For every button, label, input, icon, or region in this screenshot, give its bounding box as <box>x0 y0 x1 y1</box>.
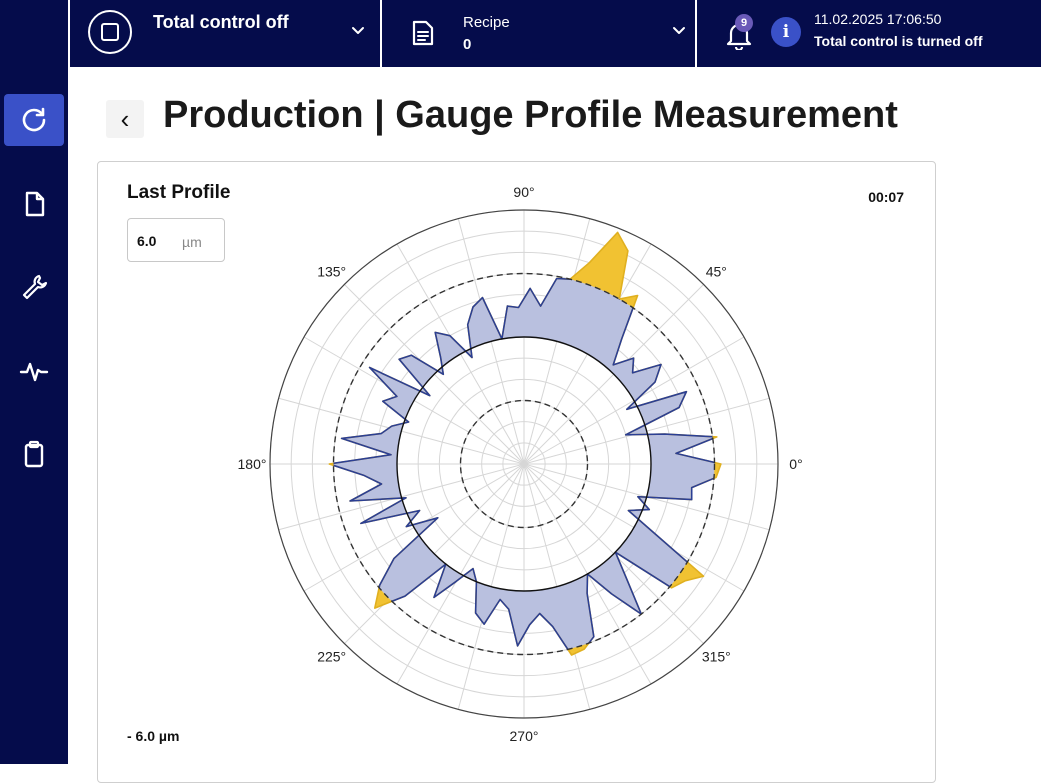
angle-tick-label: 90° <box>513 184 534 200</box>
recipe-value: 0 <box>463 36 472 53</box>
sidebar-item-monitoring[interactable] <box>4 345 64 397</box>
angle-tick-label: 180° <box>238 456 267 472</box>
card-title: Last Profile <box>127 182 231 203</box>
back-button[interactable]: ‹ <box>106 100 144 138</box>
sidebar-item-recipes[interactable] <box>4 178 64 230</box>
pulse-icon <box>19 362 49 382</box>
recipe-selector[interactable]: Recipe 0 <box>382 0 695 67</box>
sidebar-item-maintenance[interactable] <box>4 261 64 313</box>
angle-tick-label: 135° <box>317 264 346 280</box>
range-unit: µm <box>182 234 202 250</box>
page-title: Production | Gauge Profile Measurement <box>163 94 898 136</box>
sidebar <box>0 0 68 764</box>
clipboard-icon <box>24 440 44 468</box>
control-status-label: Total control off <box>153 12 289 32</box>
notifications-button[interactable]: 9 <box>725 14 755 50</box>
sidebar-item-reports[interactable] <box>4 428 64 480</box>
refresh-icon <box>22 107 46 132</box>
angle-tick-label: 315° <box>702 648 731 664</box>
status-message: Total control is turned off <box>814 33 983 49</box>
chevron-left-icon: ‹ <box>120 104 130 134</box>
angle-tick-label: 0° <box>789 456 802 472</box>
status-datetime: 11.02.2025 17:06:50 <box>814 11 942 27</box>
profile-card: 0° 45° 90° 135° 180° 225° 270° 315° Last Profil… <box>97 161 936 783</box>
wrench-icon <box>22 274 48 300</box>
min-range-label: - 6.0 µm <box>127 728 180 744</box>
chevron-down-icon <box>352 27 364 34</box>
control-selector[interactable]: Total control off <box>70 0 380 67</box>
angle-tick-label: 270° <box>510 728 539 744</box>
top-bar: Total control off Recipe 0 9 i 11.02.202… <box>70 0 1041 67</box>
elapsed-time: 00:07 <box>868 189 904 205</box>
sidebar-item-production[interactable] <box>4 94 64 146</box>
recipe-label: Recipe <box>463 14 510 31</box>
range-input[interactable]: 6.0 µm <box>127 218 225 262</box>
notification-count-badge: 9 <box>735 14 753 32</box>
stop-icon <box>88 10 132 54</box>
status-panel: 9 i 11.02.2025 17:06:50 Total control is… <box>697 0 1041 67</box>
angle-tick-label: 225° <box>317 648 346 664</box>
recipe-document-icon <box>412 20 434 46</box>
info-icon[interactable]: i <box>771 17 801 47</box>
chevron-down-icon <box>673 27 685 34</box>
angle-tick-label: 45° <box>706 264 727 280</box>
document-icon <box>25 191 45 217</box>
range-value: 6.0 <box>137 233 157 249</box>
